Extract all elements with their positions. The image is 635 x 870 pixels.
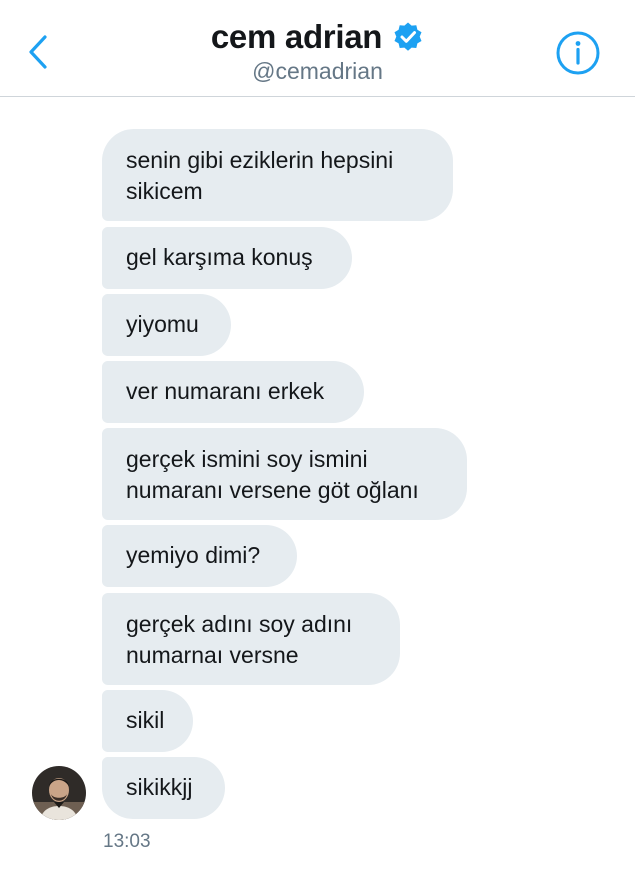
message-bubble[interactable]: gerçek adını soy adını numarnaı versne [102,593,400,685]
message-bubble[interactable]: yemiyo dimi? [102,525,297,587]
avatar-image [32,766,86,820]
message-bubble[interactable]: sikil [102,690,193,752]
message-bubble[interactable]: yiyomu [102,294,231,356]
info-circle-icon [556,31,600,75]
sender-avatar[interactable] [32,766,86,820]
verified-badge-icon [394,22,422,51]
message-bubble[interactable]: sikikkjj [102,757,225,819]
message-timestamp: 13:03 [103,831,151,852]
message-bubble[interactable]: senin gibi eziklerin hepsini sikicem [102,129,453,221]
message-bubble[interactable]: gerçek ismini soy ismini numaranı versen… [102,428,467,520]
conversation-header: cem adrian @cemadrian [0,0,635,97]
message-thread[interactable]: senin gibi eziklerin hepsini sikicem gel… [0,97,635,870]
message-bubble[interactable]: ver numaranı erkek [102,361,364,423]
contact-handle: @cemadrian [252,58,383,84]
message-bubble[interactable]: gel karşıma konuş [102,227,352,289]
header-title-block: cem adrian @cemadrian [0,18,635,85]
contact-name: cem adrian [210,18,383,55]
conversation-info-button[interactable] [555,30,601,76]
